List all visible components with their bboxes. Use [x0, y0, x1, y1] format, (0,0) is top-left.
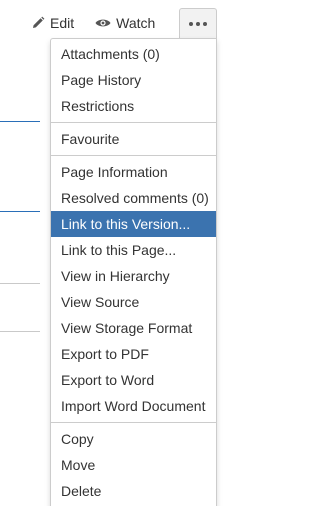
menu-item-move[interactable]: Move [51, 452, 216, 478]
content-divider [0, 283, 40, 284]
more-actions-button[interactable] [179, 8, 217, 38]
menu-item-view-source[interactable]: View Source [51, 289, 216, 315]
more-actions-menu: Attachments (0) Page History Restriction… [50, 38, 217, 506]
menu-item-page-information[interactable]: Page Information [51, 159, 216, 185]
ellipsis-icon [189, 21, 207, 26]
menu-group: Page Information Resolved comments (0) L… [51, 159, 216, 419]
menu-item-favourite[interactable]: Favourite [51, 126, 216, 152]
watch-button[interactable]: Watch [95, 15, 155, 31]
menu-item-link-to-version[interactable]: Link to this Version... [51, 211, 216, 237]
menu-item-view-storage-format[interactable]: View Storage Format [51, 315, 216, 341]
page-toolbar: Edit Watch [26, 8, 155, 38]
edit-button[interactable]: Edit [31, 15, 74, 31]
eye-icon [95, 17, 111, 29]
menu-divider [51, 422, 216, 423]
menu-item-link-to-page[interactable]: Link to this Page... [51, 237, 216, 263]
watch-label: Watch [116, 15, 156, 31]
menu-item-export-to-word[interactable]: Export to Word [51, 367, 216, 393]
menu-item-view-in-hierarchy[interactable]: View in Hierarchy [51, 263, 216, 289]
menu-item-export-to-pdf[interactable]: Export to PDF [51, 341, 216, 367]
content-divider [0, 121, 40, 122]
menu-item-resolved-comments[interactable]: Resolved comments (0) [51, 185, 216, 211]
menu-item-copy[interactable]: Copy [51, 426, 216, 452]
menu-group: Attachments (0) Page History Restriction… [51, 41, 216, 119]
edit-label: Edit [50, 15, 75, 31]
menu-item-import-word-document[interactable]: Import Word Document [51, 393, 216, 419]
menu-item-delete[interactable]: Delete [51, 478, 216, 504]
menu-item-attachments[interactable]: Attachments (0) [51, 41, 216, 67]
confluence-page: Edit Watch Attachments (0) Page History … [0, 0, 231, 506]
content-divider [0, 211, 40, 212]
menu-group: Copy Move Delete [51, 426, 216, 504]
menu-divider [51, 155, 216, 156]
menu-item-page-history[interactable]: Page History [51, 67, 216, 93]
pencil-icon [31, 16, 45, 30]
content-divider [0, 331, 40, 332]
menu-group: Favourite [51, 126, 216, 152]
menu-item-restrictions[interactable]: Restrictions [51, 93, 216, 119]
menu-divider [51, 122, 216, 123]
